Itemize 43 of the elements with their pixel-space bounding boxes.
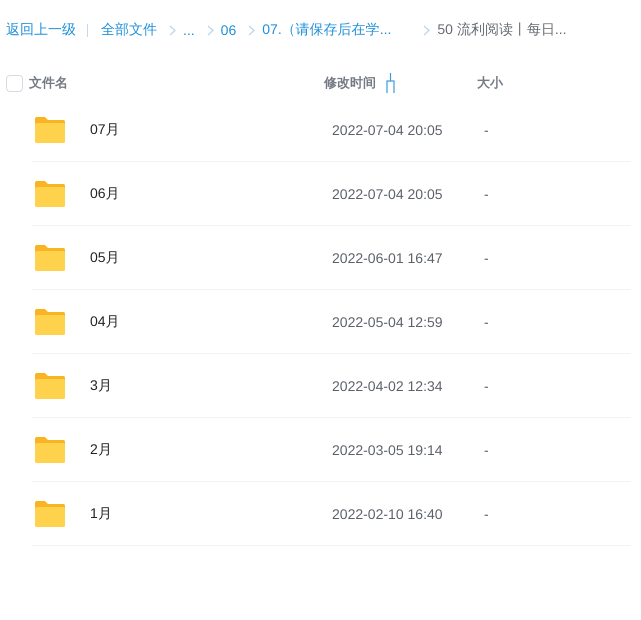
file-size: - — [484, 314, 489, 330]
column-header[interactable]: 文件名 — [29, 74, 324, 92]
chevron-icon — [248, 24, 256, 36]
file-size: - — [484, 250, 489, 266]
file-size: - — [484, 506, 489, 522]
breadcrumb-link[interactable]: ... — [183, 22, 195, 38]
file-name[interactable]: 2月 — [90, 440, 332, 458]
folder-icon — [34, 500, 66, 528]
modified-time: 2022-02-10 16:40 — [332, 506, 444, 522]
folder-icon — [34, 180, 66, 208]
breadcrumb-link[interactable]: 07.（请保存后在学... — [262, 21, 392, 39]
folder-icon — [34, 308, 66, 336]
modified-time: 2022-07-04 20:05 — [332, 122, 444, 138]
file-size: - — [484, 378, 489, 394]
file-name[interactable]: 06月 — [90, 184, 332, 202]
chevron-icon — [169, 24, 176, 36]
modified-time: 2022-05-04 12:59 — [332, 314, 444, 330]
chevron-icon — [423, 24, 430, 36]
file-name[interactable]: 07月 — [90, 120, 332, 138]
breadcrumb-current: 50 流利阅读丨每日... — [437, 21, 567, 39]
sort-icon[interactable] — [386, 73, 395, 93]
modified-time: 2022-06-01 16:47 — [332, 250, 444, 266]
modified-time: 2022-07-04 20:05 — [332, 186, 444, 202]
modified-time: 2022-04-02 12:34 — [332, 378, 444, 394]
file-name[interactable]: 3月 — [90, 376, 332, 394]
folder-icon — [34, 116, 66, 144]
breadcrumb-link[interactable]: 06 — [220, 22, 236, 38]
modified-time: 2022-03-05 19:14 — [332, 442, 444, 458]
folder-icon — [34, 436, 66, 464]
file-name[interactable]: 05月 — [90, 248, 332, 266]
chevron-icon — [206, 24, 214, 36]
folder-icon — [34, 244, 66, 272]
column-header[interactable]: 修改时间 — [324, 74, 376, 92]
file-name[interactable]: 1月 — [90, 504, 332, 522]
back-link[interactable]: 返回上一级 — [6, 21, 76, 39]
select-all-checkbox[interactable] — [6, 74, 23, 92]
file-name[interactable]: 04月 — [90, 312, 332, 330]
folder-icon — [34, 372, 66, 400]
file-size: - — [484, 186, 489, 202]
file-size: - — [484, 122, 489, 138]
column-header[interactable]: 大小 — [477, 74, 503, 92]
file-size: - — [484, 442, 489, 458]
breadcrumb-link[interactable]: 全部文件 — [101, 21, 157, 39]
